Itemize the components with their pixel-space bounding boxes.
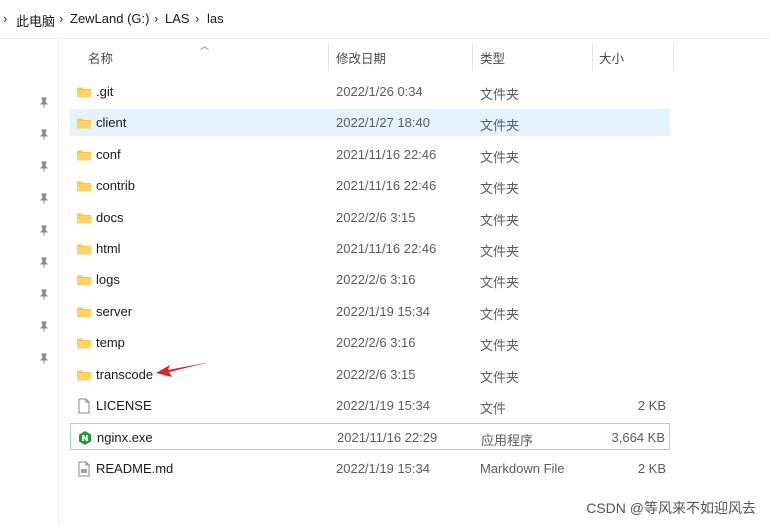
column-header-row: 名称 修改日期 类型 大小 (70, 39, 680, 73)
file-name[interactable]: transcode (96, 367, 153, 382)
file-row[interactable]: nginx.exe 2021/11/16 22:29 应用程序 3,664 KB (70, 423, 670, 451)
file-row[interactable]: conf 2021/11/16 22:46 文件夹 (70, 141, 670, 168)
pin-icon[interactable] (38, 289, 50, 301)
column-header-size[interactable]: 大小 (599, 39, 624, 73)
file-type: Markdown File (480, 460, 565, 476)
folder-icon (76, 115, 92, 131)
file-type: 文件夹 (480, 181, 520, 197)
breadcrumb-separator[interactable]: › (154, 11, 158, 26)
file-icon (76, 398, 92, 414)
file-type: 文件夹 (480, 87, 520, 102)
folder-icon (76, 335, 92, 351)
file-type: 应用程序 (481, 433, 534, 449)
folder-icon (76, 272, 92, 288)
watermark: CSDN @等风来不如迎风去 (586, 500, 756, 516)
file-type: 文件夹 (480, 369, 520, 385)
file-modified: 2021/11/16 22:29 (337, 430, 438, 446)
folder-icon (76, 304, 92, 320)
column-header-type[interactable]: 类型 (480, 39, 505, 73)
pin-icon[interactable] (38, 353, 50, 365)
file-row[interactable]: docs 2022/2/6 3:15 文件夹 (70, 204, 670, 231)
column-header-name[interactable]: 名称 (88, 39, 113, 73)
file-size: 2 KB (637, 460, 666, 476)
file-name[interactable]: logs (96, 272, 120, 287)
pin-icon[interactable] (38, 257, 50, 269)
file-name[interactable]: temp (96, 335, 125, 350)
file-modified: 2022/2/6 3:15 (336, 209, 416, 225)
file-row[interactable]: contrib 2021/11/16 22:46 文件夹 (70, 172, 670, 199)
file-name[interactable]: html (96, 241, 121, 256)
file-type: 文件夹 (480, 275, 520, 291)
breadcrumb-item-las-parent[interactable]: LAS (165, 11, 190, 26)
folder-icon (76, 210, 92, 226)
file-row[interactable]: logs 2022/2/6 3:16 文件夹 (70, 266, 670, 293)
breadcrumb-separator[interactable]: › (59, 11, 63, 26)
pin-icon[interactable] (38, 321, 50, 333)
file-modified: 2021/11/16 22:46 (336, 241, 437, 256)
markdown-file-icon (76, 461, 92, 477)
pin-icon[interactable] (38, 193, 50, 205)
file-modified: 2022/1/19 15:34 (336, 398, 430, 413)
folder-icon (76, 178, 92, 194)
file-name[interactable]: client (96, 115, 126, 130)
column-divider[interactable] (328, 43, 329, 71)
file-type: 文件夹 (480, 306, 520, 322)
file-modified: 2022/1/19 15:34 (336, 303, 430, 319)
annotation-arrow (156, 362, 210, 377)
file-row[interactable]: LICENSE 2022/1/19 15:34 文件 2 KB (70, 392, 670, 419)
nginx-icon (77, 430, 93, 446)
file-type: 文件夹 (480, 149, 520, 165)
pin-icon[interactable] (38, 161, 50, 173)
navigation-pane (0, 39, 59, 526)
file-name[interactable]: conf (96, 147, 121, 162)
file-row[interactable]: temp 2022/2/6 3:16 文件夹 (70, 329, 670, 356)
breadcrumb-item-drive[interactable]: ZewLand (G:) (70, 11, 149, 26)
file-row[interactable]: server 2022/1/19 15:34 文件夹 (70, 298, 670, 325)
file-size: 3,664 KB (611, 430, 666, 446)
file-modified: 2022/1/19 15:34 (336, 460, 430, 476)
file-name[interactable]: contrib (96, 178, 135, 193)
folder-icon (76, 367, 92, 383)
file-modified: 2022/2/6 3:16 (336, 272, 416, 288)
file-name[interactable]: docs (96, 210, 123, 225)
file-name[interactable]: nginx.exe (97, 430, 153, 445)
breadcrumb-separator[interactable]: › (195, 11, 199, 26)
column-divider[interactable] (592, 43, 593, 71)
file-row[interactable]: .git 2022/1/26 0:34 文件夹 (70, 78, 670, 105)
file-name[interactable]: .git (96, 84, 113, 99)
address-bar[interactable]: › 此电脑 › ZewLand (G:) › LAS › las (0, 0, 770, 39)
file-name[interactable]: README.md (96, 461, 173, 476)
file-modified: 2022/1/27 18:40 (336, 115, 430, 131)
file-row[interactable]: html 2021/11/16 22:46 文件夹 (70, 235, 670, 262)
column-divider[interactable] (673, 43, 674, 71)
file-name[interactable]: LICENSE (96, 398, 152, 413)
file-row[interactable]: README.md 2022/1/19 15:34 Markdown File 2 K… (70, 455, 670, 482)
column-divider[interactable] (472, 43, 473, 71)
folder-icon (76, 241, 92, 257)
pin-icon[interactable] (38, 225, 50, 237)
file-type: 文件夹 (480, 212, 520, 228)
file-modified: 2022/2/6 3:15 (336, 366, 416, 382)
file-name[interactable]: server (96, 304, 132, 319)
file-row[interactable]: client 2022/1/27 18:40 文件夹 (70, 109, 670, 137)
file-modified: 2022/1/26 0:34 (336, 84, 423, 99)
breadcrumb-separator[interactable]: › (3, 11, 7, 26)
folder-icon (76, 147, 92, 163)
file-size: 2 KB (637, 398, 666, 413)
file-modified: 2021/11/16 22:46 (336, 146, 437, 162)
file-modified: 2021/11/16 22:46 (336, 178, 437, 194)
file-type: 文件夹 (480, 118, 520, 134)
breadcrumb-item-this-pc[interactable]: 此电脑 (16, 11, 55, 30)
file-modified: 2022/2/6 3:16 (336, 335, 416, 351)
folder-icon (76, 84, 92, 100)
breadcrumb-item-las[interactable]: las (207, 11, 224, 26)
pin-icon[interactable] (38, 97, 50, 109)
file-type: 文件夹 (480, 244, 520, 259)
column-header-modified[interactable]: 修改日期 (336, 39, 386, 73)
pin-icon[interactable] (38, 129, 50, 141)
file-type: 文件 (480, 401, 507, 416)
file-type: 文件夹 (480, 338, 520, 354)
